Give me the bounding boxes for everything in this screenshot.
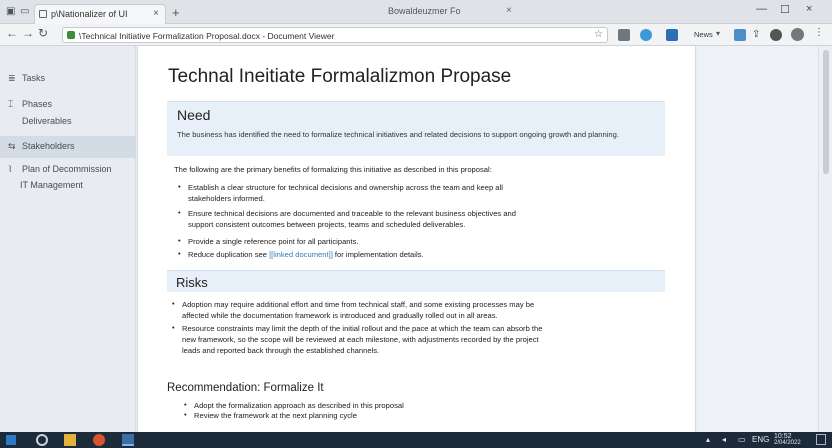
address-bar[interactable]: \Technical Initiative Formalization Prop… (62, 27, 608, 43)
bookmark-star-icon[interactable]: ☆ (594, 29, 603, 40)
cast-icon[interactable] (734, 29, 746, 41)
volume-icon[interactable]: ◂ (722, 435, 726, 444)
right-gutter (697, 46, 818, 432)
tab-active[interactable]: p\Nationalizer of UI × (34, 4, 166, 24)
extension-label[interactable]: News (694, 30, 713, 39)
forward-button[interactable]: → (22, 26, 34, 40)
avatar[interactable] (791, 28, 804, 41)
window-menu-icon[interactable]: ▣ (6, 6, 15, 17)
swap-icon: ⇆ (8, 141, 16, 151)
list-item-line: Adoption may require additional effort a… (182, 300, 535, 309)
page-favicon-icon (39, 10, 47, 18)
sidebar-item-decommission[interactable]: ⌇ Plan of Decommission (0, 164, 136, 176)
close-window-button[interactable]: × (806, 3, 812, 15)
linked-document-link[interactable]: [[linked document]] (269, 250, 333, 259)
window-title: Bowaldeuzmer Fo (388, 6, 461, 16)
list-item-line: new framework, so the scope will be revi… (182, 335, 539, 344)
back-button[interactable]: ← (6, 26, 18, 40)
clock-date[interactable]: 2/04/2022 (774, 440, 801, 446)
document-app-icon[interactable] (122, 434, 134, 446)
new-tab-button[interactable]: + (172, 5, 180, 20)
notifications-icon[interactable] (816, 434, 826, 445)
extension-square-icon[interactable] (666, 29, 678, 41)
document-page: Technal Ineitiate Formalalizmon Propase … (137, 46, 696, 432)
scrollbar-thumb[interactable] (823, 50, 829, 174)
language-indicator[interactable]: ENG (752, 435, 769, 444)
need-text: The business has identified the need to … (177, 130, 619, 139)
sidebar-item-label: Phases (22, 99, 53, 109)
extension-dropdown-icon[interactable]: ▾ (716, 29, 720, 38)
browser-toolbar: ← → ↻ \Technical Initiative Formalizatio… (0, 24, 832, 46)
sidebar-item-label: IT Management (20, 180, 83, 190)
risks-heading: Risks (176, 275, 208, 290)
sidebar-item-label: Stakeholders (22, 141, 75, 151)
risks-section: Risks (167, 270, 665, 292)
recommendation-heading: Recommendation: Formalize It (167, 382, 324, 394)
file-explorer-icon[interactable] (64, 434, 76, 446)
vertical-scrollbar[interactable] (818, 46, 832, 432)
list-item-line: Ensure technical decisions are documente… (188, 209, 516, 218)
address-text: \Technical Initiative Formalization Prop… (79, 31, 335, 41)
sidebar-item-label: Tasks (22, 73, 46, 83)
start-windows-icon[interactable] (6, 435, 16, 445)
window-title-close-icon[interactable]: × (506, 5, 512, 16)
need-heading: Need (177, 107, 211, 123)
branch-icon: ⌇ (8, 164, 13, 174)
list-item-line: stakeholders informed. (188, 194, 265, 203)
list-item-line: Establish a clear structure for technica… (188, 183, 503, 192)
tab-title: p\Nationalizer of UI (51, 9, 128, 19)
sidebar-item-tasks[interactable]: ≣ Tasks (0, 73, 136, 87)
list-item-line: leads and reported back through the esta… (182, 346, 380, 355)
battery-icon[interactable]: ▭ (738, 435, 746, 444)
cursor-icon: ⌶ (8, 99, 14, 109)
share-icon[interactable]: ⇪ (752, 29, 764, 41)
extension-puzzle-icon[interactable] (618, 29, 630, 41)
sidebar-item-stakeholders[interactable]: ⇆ Stakeholders (0, 136, 136, 158)
tab-search-icon[interactable]: ▭ (20, 6, 29, 17)
need-section: Need The business has identified the nee… (167, 101, 665, 156)
intro-paragraph: The following are the primary benefits o… (174, 165, 492, 174)
list-item-line: Review the framework at the next plannin… (194, 411, 357, 420)
secure-lock-icon (67, 31, 75, 39)
minimize-button[interactable]: — (756, 3, 767, 15)
sidebar-item-deliverables[interactable]: Deliverables (0, 116, 136, 128)
list-item-line: support consistent outcomes between proj… (188, 220, 466, 229)
page-title: Technal Ineitiate Formalalizmon Propase (168, 66, 512, 87)
list-icon: ≣ (8, 73, 16, 83)
search-icon[interactable] (36, 434, 48, 446)
browser-icon[interactable] (93, 434, 105, 446)
extension-blue-icon[interactable] (640, 29, 652, 41)
tab-strip: ▣ ▭ p\Nationalizer of UI × + Bowaldeuzme… (0, 0, 832, 24)
menu-kebab-icon[interactable]: ⋮ (814, 27, 824, 38)
list-item-line: Resource constraints may limit the depth… (182, 324, 543, 333)
sidebar-item-label: Plan of Decommission (22, 164, 112, 174)
tab-close-icon[interactable]: × (153, 8, 159, 19)
maximize-button[interactable]: ☐ (780, 3, 790, 16)
reload-button[interactable]: ↻ (38, 26, 48, 40)
list-item-line: Reduce duplication see (188, 250, 270, 259)
clock-time[interactable]: 10:52 (774, 433, 792, 440)
list-item-line: affected while the documentation framewo… (182, 311, 498, 320)
sidebar-item-it-management[interactable]: IT Management (0, 180, 136, 192)
taskbar: ▴ ◂ ▭ ENG 10:52 2/04/2022 (0, 432, 832, 448)
list-item-line: Provide a single reference point for all… (188, 237, 359, 246)
sidebar-item-phases[interactable]: ⌶ Phases (0, 99, 136, 111)
sidebar: ≣ Tasks ⌶ Phases Deliverables ⇆ Stakehol… (0, 46, 136, 432)
network-icon[interactable]: ▴ (706, 435, 710, 444)
profile-icon[interactable] (770, 29, 782, 41)
sidebar-item-label: Deliverables (22, 116, 72, 126)
